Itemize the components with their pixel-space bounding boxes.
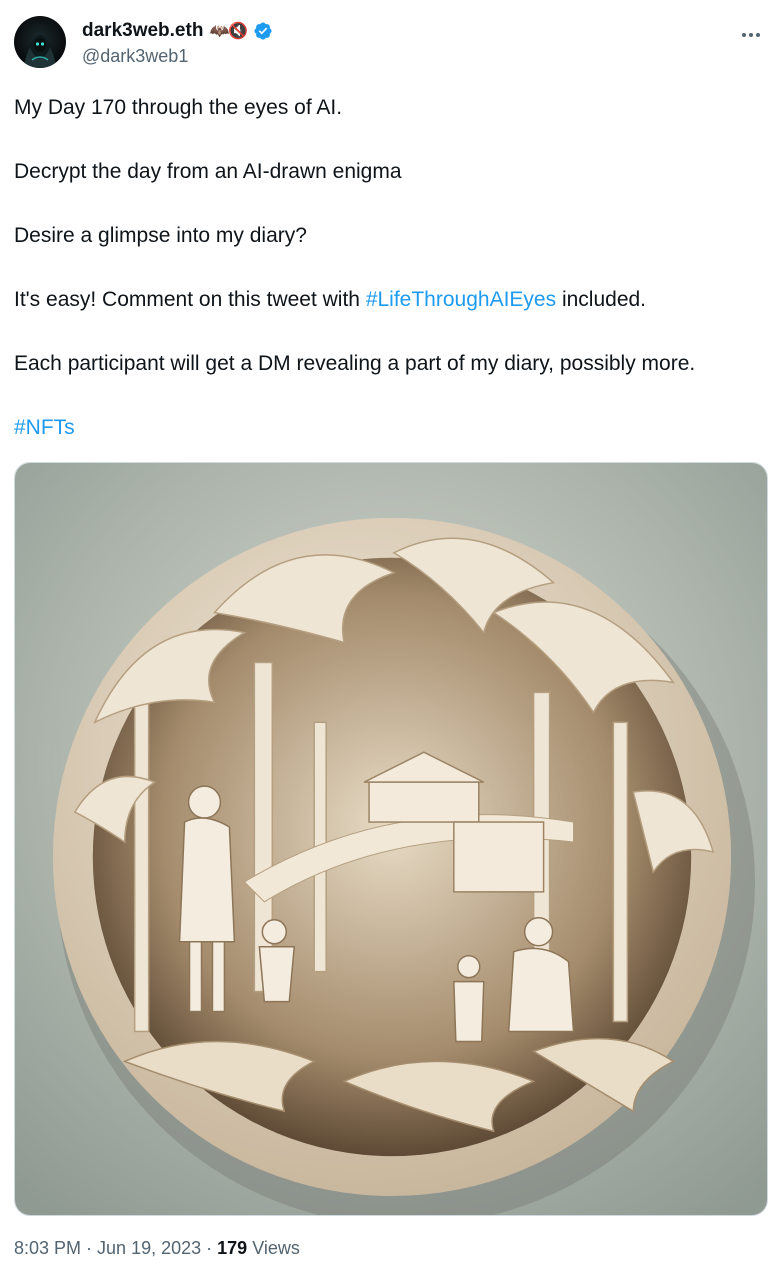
- hashtag-nfts[interactable]: #NFTs: [14, 416, 75, 439]
- name-emojis: 🦇🔇: [209, 23, 248, 40]
- tweet-line: Decrypt the day from an AI-drawn enigma: [14, 160, 402, 183]
- avatar-hooded-figure-icon: [24, 35, 56, 68]
- display-name[interactable]: dark3web.eth: [82, 20, 203, 42]
- more-horizontal-icon[interactable]: [738, 22, 764, 48]
- tweet-meta: 8:03 PM · Jun 19, 2023 · 179 Views: [14, 1238, 300, 1259]
- tweet-line: It's easy! Comment on this tweet with #L…: [14, 284, 774, 316]
- tweet-date[interactable]: Jun 19, 2023: [97, 1238, 201, 1259]
- verified-badge-icon[interactable]: [253, 21, 273, 41]
- meta-separator: ·: [206, 1238, 213, 1258]
- author-handle[interactable]: @dark3web1: [82, 46, 273, 67]
- tweet-text: My Day 170 through the eyes of AI. Decry…: [14, 92, 774, 444]
- author-info: dark3web.eth 🦇🔇 @dark3web1: [82, 18, 273, 67]
- tweet-line-text: It's easy! Comment on this tweet with: [14, 288, 366, 311]
- tweet-time[interactable]: 8:03 PM: [14, 1238, 81, 1259]
- tweet-line: Each participant will get a DM revealing…: [14, 352, 696, 375]
- meta-separator: ·: [86, 1238, 93, 1258]
- views-label: Views: [252, 1238, 300, 1258]
- views-count[interactable]: 179: [217, 1238, 247, 1259]
- tweet-image[interactable]: [14, 462, 768, 1216]
- tweet-line: #NFTs: [14, 412, 774, 444]
- avatar[interactable]: [14, 16, 66, 68]
- tweet-header: dark3web.eth 🦇🔇 @dark3web1: [14, 16, 768, 72]
- tweet-line: My Day 170 through the eyes of AI.: [14, 96, 343, 119]
- hashtag-lifethroughaieyes[interactable]: #LifeThroughAIEyes: [366, 288, 556, 311]
- tweet-line-text: included.: [556, 288, 647, 311]
- display-name-row: dark3web.eth 🦇🔇: [82, 18, 273, 44]
- tweet-line: Desire a glimpse into my diary?: [14, 224, 307, 247]
- paper-cut-forest-scene-image: [15, 463, 767, 1215]
